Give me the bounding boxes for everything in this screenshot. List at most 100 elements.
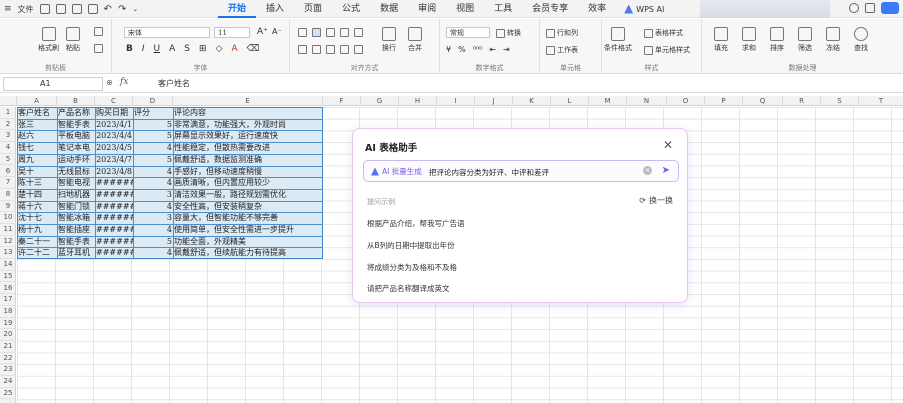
- close-icon[interactable]: ✕: [663, 138, 673, 152]
- paste-button[interactable]: 粘贴: [66, 27, 80, 53]
- table-cell[interactable]: 智能电视: [57, 177, 95, 189]
- table-cell[interactable]: 楚十四: [17, 189, 57, 201]
- clear-format-icon[interactable]: ⌫: [247, 44, 260, 54]
- example-prompt[interactable]: 将成绩分类为及格和不及格: [367, 262, 457, 273]
- table-cell[interactable]: 无线鼠标: [57, 166, 95, 178]
- filter-button[interactable]: 筛选: [798, 27, 812, 53]
- example-prompt[interactable]: 根据产品介绍，帮我写广告语: [367, 218, 465, 229]
- thousands-icon[interactable]: ⁰⁰⁰: [473, 45, 483, 54]
- save-icon[interactable]: [39, 4, 50, 14]
- find-button[interactable]: 查找: [854, 27, 868, 53]
- sort-button[interactable]: 排序: [770, 27, 784, 53]
- column-header[interactable]: D: [133, 96, 173, 106]
- column-header[interactable]: N: [627, 96, 667, 106]
- redo-icon[interactable]: ↷: [118, 4, 126, 15]
- column-header[interactable]: F: [323, 96, 361, 106]
- row-header[interactable]: 23: [0, 364, 16, 377]
- tab-efficiency[interactable]: 效率: [578, 0, 616, 18]
- column-header[interactable]: O: [667, 96, 705, 106]
- tab-page[interactable]: 页面: [294, 0, 332, 18]
- row-header[interactable]: 17: [0, 294, 16, 306]
- column-header[interactable]: R: [783, 96, 821, 106]
- zoom-icon[interactable]: ⊕: [106, 78, 113, 87]
- sum-button[interactable]: 求和: [742, 27, 756, 53]
- export-icon[interactable]: [55, 4, 66, 14]
- table-cell[interactable]: ########: [95, 177, 133, 189]
- copy-button[interactable]: [94, 44, 103, 53]
- table-cell[interactable]: 功能全面，外观精美: [173, 236, 323, 248]
- table-cell[interactable]: 扫地机器: [57, 189, 95, 201]
- number-format-select[interactable]: 常规: [446, 27, 490, 38]
- row-header[interactable]: 9: [0, 201, 16, 213]
- conditional-format-button[interactable]: 条件格式: [604, 27, 632, 53]
- table-header-cell[interactable]: 客户姓名: [17, 107, 57, 119]
- table-cell[interactable]: 平板电脑: [57, 130, 95, 142]
- table-cell[interactable]: 使用简单，但安全性需进一步提升: [173, 224, 323, 236]
- tab-tools[interactable]: 工具: [484, 0, 522, 18]
- column-header[interactable]: I: [437, 96, 475, 106]
- table-cell[interactable]: 4: [133, 201, 173, 213]
- table-cell[interactable]: 许二十二: [17, 247, 57, 259]
- ai-prompt-input[interactable]: AI 批量生成 把评论内容分类为好评、中评和差评 ✕ ➤: [363, 160, 679, 182]
- column-header[interactable]: J: [475, 96, 513, 106]
- table-style-button[interactable]: 表格样式: [644, 28, 683, 38]
- row-header[interactable]: 10: [0, 212, 16, 224]
- table-cell[interactable]: 智能冰箱: [57, 212, 95, 224]
- cloud-icon[interactable]: [849, 3, 859, 13]
- row-header[interactable]: 4: [0, 142, 16, 154]
- font-color-icon[interactable]: A: [169, 44, 175, 54]
- align-top-icon[interactable]: [298, 28, 307, 37]
- table-cell[interactable]: 3: [133, 189, 173, 201]
- table-cell[interactable]: 佩戴舒适，但续航能力有待提高: [173, 247, 323, 259]
- table-header-cell[interactable]: 评分: [133, 107, 173, 119]
- row-header[interactable]: 21: [0, 341, 16, 353]
- align-center-icon[interactable]: [312, 45, 321, 54]
- table-cell[interactable]: 4: [133, 166, 173, 178]
- table-cell[interactable]: ########: [95, 224, 133, 236]
- table-cell[interactable]: 4: [133, 142, 173, 154]
- table-cell[interactable]: 杨十九: [17, 224, 57, 236]
- share-icon[interactable]: [865, 3, 875, 13]
- share-button[interactable]: [881, 2, 899, 14]
- table-cell[interactable]: ########: [95, 189, 133, 201]
- column-header[interactable]: C: [95, 96, 133, 106]
- row-header[interactable]: 11: [0, 224, 16, 236]
- table-cell[interactable]: 智能手表: [57, 119, 95, 131]
- table-cell[interactable]: 蒋十六: [17, 201, 57, 213]
- formula-input[interactable]: 客户姓名: [158, 78, 190, 89]
- merge-button[interactable]: 合并: [408, 27, 422, 53]
- table-cell[interactable]: 2023/4/1: [95, 119, 133, 131]
- clear-icon[interactable]: ✕: [643, 166, 652, 175]
- table-cell[interactable]: 佩戴舒适，数据监测准确: [173, 154, 323, 166]
- table-cell[interactable]: 2023/4/5: [95, 142, 133, 154]
- table-cell[interactable]: 智能手表: [57, 236, 95, 248]
- indent-right-icon[interactable]: [354, 28, 363, 37]
- row-header[interactable]: 14: [0, 259, 16, 271]
- wrap-text-button[interactable]: 换行: [382, 27, 396, 53]
- column-header[interactable]: A: [17, 96, 57, 106]
- table-cell[interactable]: 吴十: [17, 166, 57, 178]
- row-header[interactable]: 20: [0, 329, 16, 341]
- table-cell[interactable]: 5: [133, 154, 173, 166]
- column-header[interactable]: T: [859, 96, 903, 106]
- table-cell[interactable]: 容量大，但智能功能不够完善: [173, 212, 323, 224]
- table-cell[interactable]: 安全性高，但安装稍复杂: [173, 201, 323, 213]
- column-header[interactable]: L: [551, 96, 589, 106]
- table-cell[interactable]: 智能门锁: [57, 201, 95, 213]
- preview-icon[interactable]: [87, 4, 98, 14]
- text-color-icon[interactable]: A: [231, 44, 237, 54]
- indent-left-icon[interactable]: [340, 28, 349, 37]
- percent-icon[interactable]: %: [458, 45, 466, 54]
- table-cell[interactable]: 性能稳定，但散热需要改进: [173, 142, 323, 154]
- table-header-cell[interactable]: 产品名称: [57, 107, 95, 119]
- example-prompt[interactable]: 从B列的日期中提取出年份: [367, 240, 455, 251]
- table-cell[interactable]: 4: [133, 177, 173, 189]
- rows-cols-button[interactable]: 行和列: [546, 28, 578, 38]
- table-cell[interactable]: 钱七: [17, 142, 57, 154]
- font-size-select[interactable]: 11: [214, 27, 250, 38]
- font-shrink-button[interactable]: A⁻: [272, 27, 282, 36]
- column-header[interactable]: K: [513, 96, 551, 106]
- tab-formula[interactable]: 公式: [332, 0, 370, 18]
- row-header[interactable]: 8: [0, 189, 16, 201]
- fill-button[interactable]: 填充: [714, 27, 728, 53]
